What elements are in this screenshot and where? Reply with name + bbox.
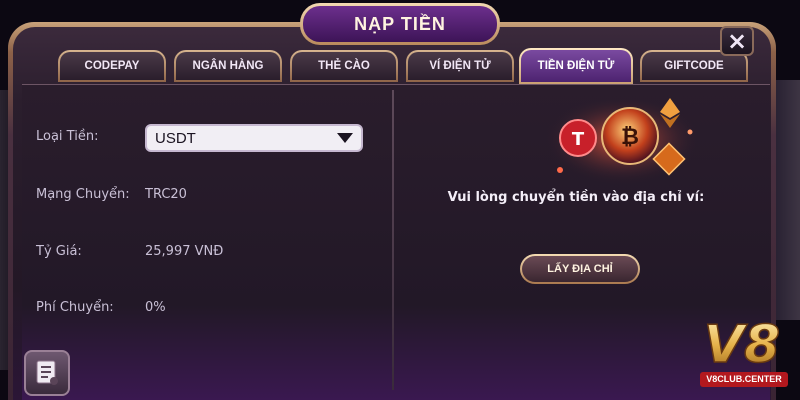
currency-select[interactable]: USDT bbox=[145, 124, 363, 152]
network-label: Mạng Chuyển: bbox=[36, 187, 130, 202]
tab-vi-dien-tu[interactable]: VÍ ĐIỆN TỬ bbox=[406, 50, 514, 82]
get-address-label: LẤY ĐỊA CHỈ bbox=[522, 256, 638, 282]
logo-site-label: V8CLUB.CENTER bbox=[700, 372, 788, 387]
wallet-address-prompt: Vui lòng chuyển tiền vào địa chỉ ví: bbox=[447, 190, 705, 205]
tab-the-cao[interactable]: THẺ CÀO bbox=[290, 50, 398, 82]
tab-ngan-hang[interactable]: NGÂN HÀNG bbox=[174, 50, 282, 82]
svg-text:T: T bbox=[572, 129, 585, 150]
tab-label: NGÂN HÀNG bbox=[176, 52, 280, 80]
panel-divider bbox=[392, 90, 394, 390]
tab-label: TIỀN ĐIỆN TỬ bbox=[521, 50, 631, 82]
svg-text:₿: ₿ bbox=[621, 125, 639, 150]
close-icon: × bbox=[726, 27, 748, 55]
get-address-button[interactable]: LẤY ĐỊA CHỈ bbox=[520, 254, 640, 284]
currency-select-value: USDT bbox=[155, 129, 196, 147]
rate-label: Tỷ Giá: bbox=[36, 244, 82, 259]
dialog-title-badge: NẠP TIỀN bbox=[300, 3, 500, 45]
currency-label: Loại Tiền: bbox=[36, 129, 99, 144]
tab-label: CODEPAY bbox=[60, 52, 164, 80]
tab-bar: CODEPAY NGÂN HÀNG THẺ CÀO VÍ ĐIỆN TỬ TIỀ… bbox=[58, 48, 778, 84]
document-list-icon bbox=[36, 360, 58, 385]
tab-codepay[interactable]: CODEPAY bbox=[58, 50, 166, 82]
logo-mark: V8 bbox=[704, 315, 780, 375]
tab-tien-dien-tu[interactable]: TIỀN ĐIỆN TỬ bbox=[519, 48, 633, 84]
chevron-down-icon bbox=[337, 133, 353, 143]
rate-value: 25,997 VNĐ bbox=[145, 244, 224, 259]
network-value: TRC20 bbox=[145, 187, 187, 202]
tab-label: VÍ ĐIỆN TỬ bbox=[408, 52, 512, 80]
tab-label: THẺ CÀO bbox=[292, 52, 396, 80]
fee-label: Phí Chuyển: bbox=[36, 300, 114, 315]
history-button[interactable] bbox=[24, 350, 70, 396]
close-button[interactable]: × bbox=[720, 26, 754, 56]
dialog-title: NẠP TIỀN bbox=[303, 6, 497, 42]
crypto-coins-illustration: ₿ T bbox=[544, 96, 700, 184]
tab-label: GIFTCODE bbox=[642, 52, 746, 80]
fee-value: 0% bbox=[145, 300, 166, 315]
